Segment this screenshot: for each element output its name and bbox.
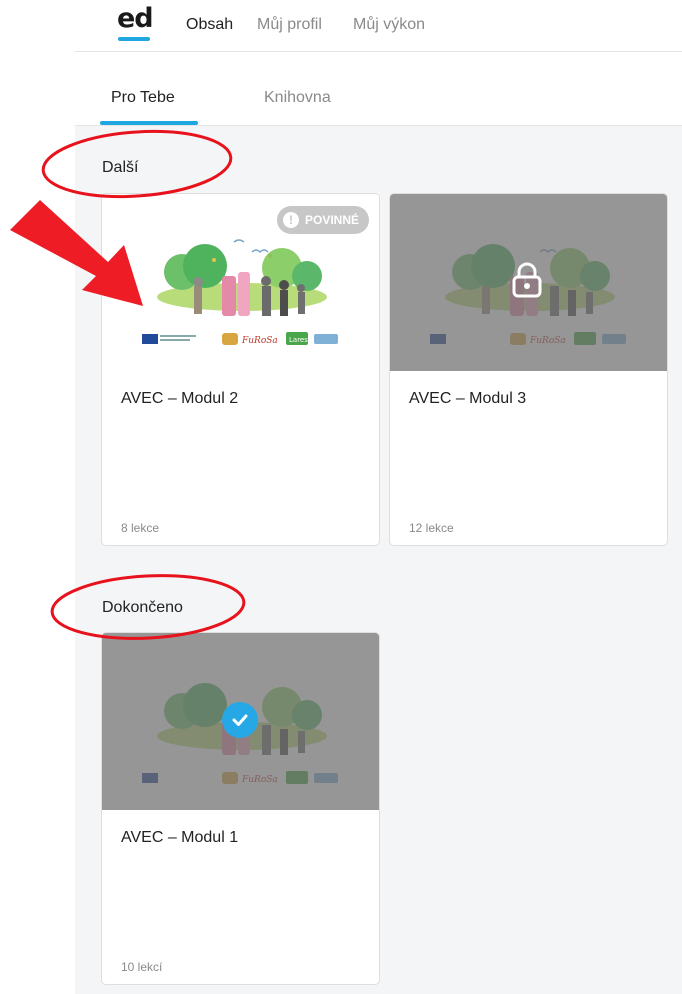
content-area: Pro Tebe Knihovna Další FuRoSa Lares ! P… [75, 53, 682, 994]
svg-text:Lares: Lares [289, 336, 308, 344]
sub-tabs: Pro Tebe Knihovna [75, 53, 682, 126]
lesson-count: 12 lekce [409, 521, 454, 535]
lock-icon [512, 262, 542, 298]
logo-underline [118, 37, 150, 41]
nav-item-obsah[interactable]: Obsah [186, 16, 233, 34]
ed-logo[interactable]: ed [117, 3, 154, 41]
course-title: AVEC – Modul 3 [409, 390, 527, 407]
top-navigation: ed Obsah Můj profil Můj výkon [75, 0, 682, 52]
section-title-next: Další [102, 159, 139, 176]
checkmark-icon [222, 702, 258, 738]
svg-text:FuRoSa: FuRoSa [241, 336, 278, 346]
course-card-modul-3[interactable]: FuRoSa AVEC – Modul 3 12 lekce [389, 193, 668, 546]
logo-text: ed [117, 3, 154, 34]
exclamation-icon: ! [282, 212, 299, 228]
course-title: AVEC – Modul 2 [121, 390, 239, 407]
tab-knihovna[interactable]: Knihovna [264, 89, 331, 107]
lesson-count: 8 lekce [121, 521, 160, 535]
tab-pro-tebe[interactable]: Pro Tebe [111, 89, 175, 107]
required-badge-label: POVINNÉ [304, 213, 359, 227]
course-card-modul-2[interactable]: FuRoSa Lares ! POVINNÉ AVEC – Modul 2 8 … [101, 193, 380, 546]
section-title-completed: Dokončeno [102, 599, 183, 616]
required-badge: ! POVINNÉ [276, 206, 369, 234]
course-card-modul-1[interactable]: FuRoSa AVEC – Modul 1 10 lekcí [101, 632, 380, 985]
lesson-count: 10 lekcí [121, 960, 163, 974]
nav-item-muj-profil[interactable]: Můj profil [257, 16, 322, 34]
nav-item-muj-vykon[interactable]: Můj výkon [353, 16, 425, 34]
active-tab-indicator [100, 121, 198, 125]
course-title: AVEC – Modul 1 [121, 829, 239, 846]
